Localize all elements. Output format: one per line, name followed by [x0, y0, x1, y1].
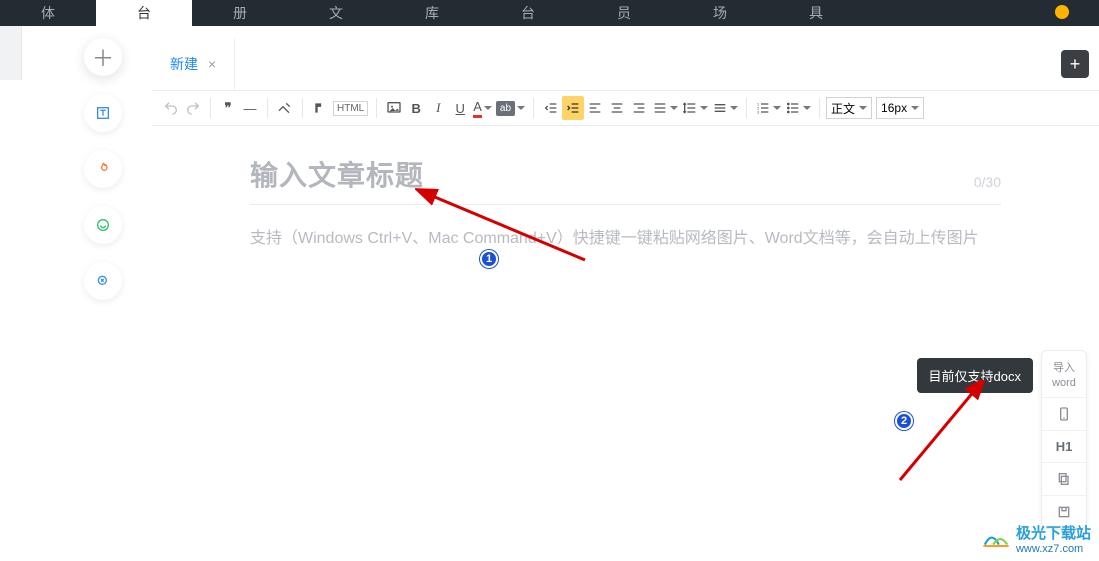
search-button[interactable] — [84, 262, 122, 300]
editor-toolbar: ❞ — HTML B I U A ab 123 正文 16px — [152, 90, 1099, 126]
font-color-button[interactable]: A — [471, 96, 494, 120]
svg-text:3: 3 — [757, 109, 760, 114]
align-left-button[interactable] — [584, 96, 606, 120]
right-float-toolbox: 导入 word H1 — [1041, 350, 1087, 529]
unordered-list-button[interactable] — [783, 96, 813, 120]
tab-close-icon[interactable]: × — [208, 56, 216, 72]
html-button[interactable]: HTML — [331, 96, 370, 120]
heading-label: H1 — [1056, 439, 1073, 454]
watermark: 极光下载站 www.xz7.com — [982, 522, 1091, 555]
paragraph-style-select[interactable]: 正文 — [826, 97, 872, 119]
spacing-button[interactable] — [710, 96, 740, 120]
nav-item-4[interactable]: 库 — [384, 0, 480, 26]
nav-item-1[interactable]: 台 — [96, 0, 192, 26]
align-center-button[interactable] — [606, 96, 628, 120]
left-gutter — [0, 26, 22, 80]
smile-check-icon — [95, 217, 111, 233]
article-title-input[interactable]: 输入文章标题 — [250, 154, 962, 194]
underline-button[interactable]: U — [449, 96, 471, 120]
align-right-button[interactable] — [628, 96, 650, 120]
watermark-logo-icon — [982, 529, 1010, 549]
nav-item-0[interactable]: 体 — [0, 0, 96, 26]
bg-color-button[interactable]: ab — [494, 96, 527, 120]
watermark-url: www.xz7.com — [1016, 543, 1091, 555]
nav-item-3[interactable]: 文 — [288, 0, 384, 26]
blockquote-button[interactable]: ❞ — [217, 96, 239, 120]
italic-button[interactable]: I — [427, 96, 449, 120]
font-size-select[interactable]: 16px — [876, 97, 924, 119]
left-toolbar: ＋ — [78, 38, 128, 300]
undo-button[interactable] — [160, 96, 182, 120]
tab-label: 新建 — [170, 54, 198, 74]
import-word-label1: 导入 — [1053, 359, 1075, 375]
annotation-badge-1: 1 — [480, 250, 498, 268]
redo-button[interactable] — [182, 96, 204, 120]
editor-card: 新建 × + ❞ — HTML B I U A ab 123 — [152, 38, 1099, 561]
phone-preview-button[interactable] — [1042, 398, 1086, 431]
nav-item-6[interactable]: 员 — [576, 0, 672, 26]
check-button[interactable] — [84, 206, 122, 244]
copy-icon — [1056, 471, 1072, 487]
editor-content: 输入文章标题 0/30 支持（Windows Ctrl+V、Mac Comman… — [152, 126, 1099, 254]
import-word-tooltip: 目前仅支持docx — [917, 358, 1033, 393]
format-brush-button[interactable] — [309, 96, 331, 120]
ordered-list-button[interactable]: 123 — [753, 96, 783, 120]
tab-new[interactable]: 新建 × — [152, 38, 235, 90]
line-height-button[interactable] — [680, 96, 710, 120]
save-icon — [1056, 504, 1072, 520]
outdent-button[interactable] — [540, 96, 562, 120]
flame-icon — [95, 161, 111, 177]
heading-button[interactable]: H1 — [1042, 431, 1086, 463]
add-tab-button[interactable]: + — [1061, 50, 1089, 78]
title-char-counter: 0/30 — [974, 174, 1001, 190]
copy-button[interactable] — [1042, 463, 1086, 496]
phone-icon — [1056, 406, 1072, 422]
text-icon — [95, 105, 111, 121]
nav-item-7[interactable]: 场 — [672, 0, 768, 26]
insert-image-button[interactable] — [383, 96, 405, 120]
align-justify-button[interactable] — [650, 96, 680, 120]
hr-button[interactable]: — — [239, 96, 261, 120]
nav-item-2[interactable]: 册 — [192, 0, 288, 26]
search-x-icon — [95, 273, 111, 289]
clear-format-button[interactable] — [274, 96, 296, 120]
indent-button[interactable] — [562, 96, 584, 120]
tab-bar: 新建 × + — [152, 38, 1099, 90]
new-button[interactable]: ＋ — [84, 38, 122, 76]
notification-dot[interactable] — [1055, 5, 1069, 19]
import-word-label2: word — [1052, 377, 1076, 389]
article-body-input[interactable]: 支持（Windows Ctrl+V、Mac Command+V）快捷键一键粘贴网… — [250, 225, 1001, 254]
hot-button[interactable] — [84, 150, 122, 188]
top-nav: 体 台 册 文 库 台 员 场 具 — [0, 0, 1099, 26]
watermark-title: 极光下载站 — [1016, 522, 1091, 543]
import-word-button[interactable]: 导入 word — [1042, 351, 1086, 398]
nav-item-8[interactable]: 具 — [768, 0, 864, 26]
bold-button[interactable]: B — [405, 96, 427, 120]
nav-item-5[interactable]: 台 — [480, 0, 576, 26]
text-tool-button[interactable] — [84, 94, 122, 132]
annotation-badge-2: 2 — [895, 412, 913, 430]
